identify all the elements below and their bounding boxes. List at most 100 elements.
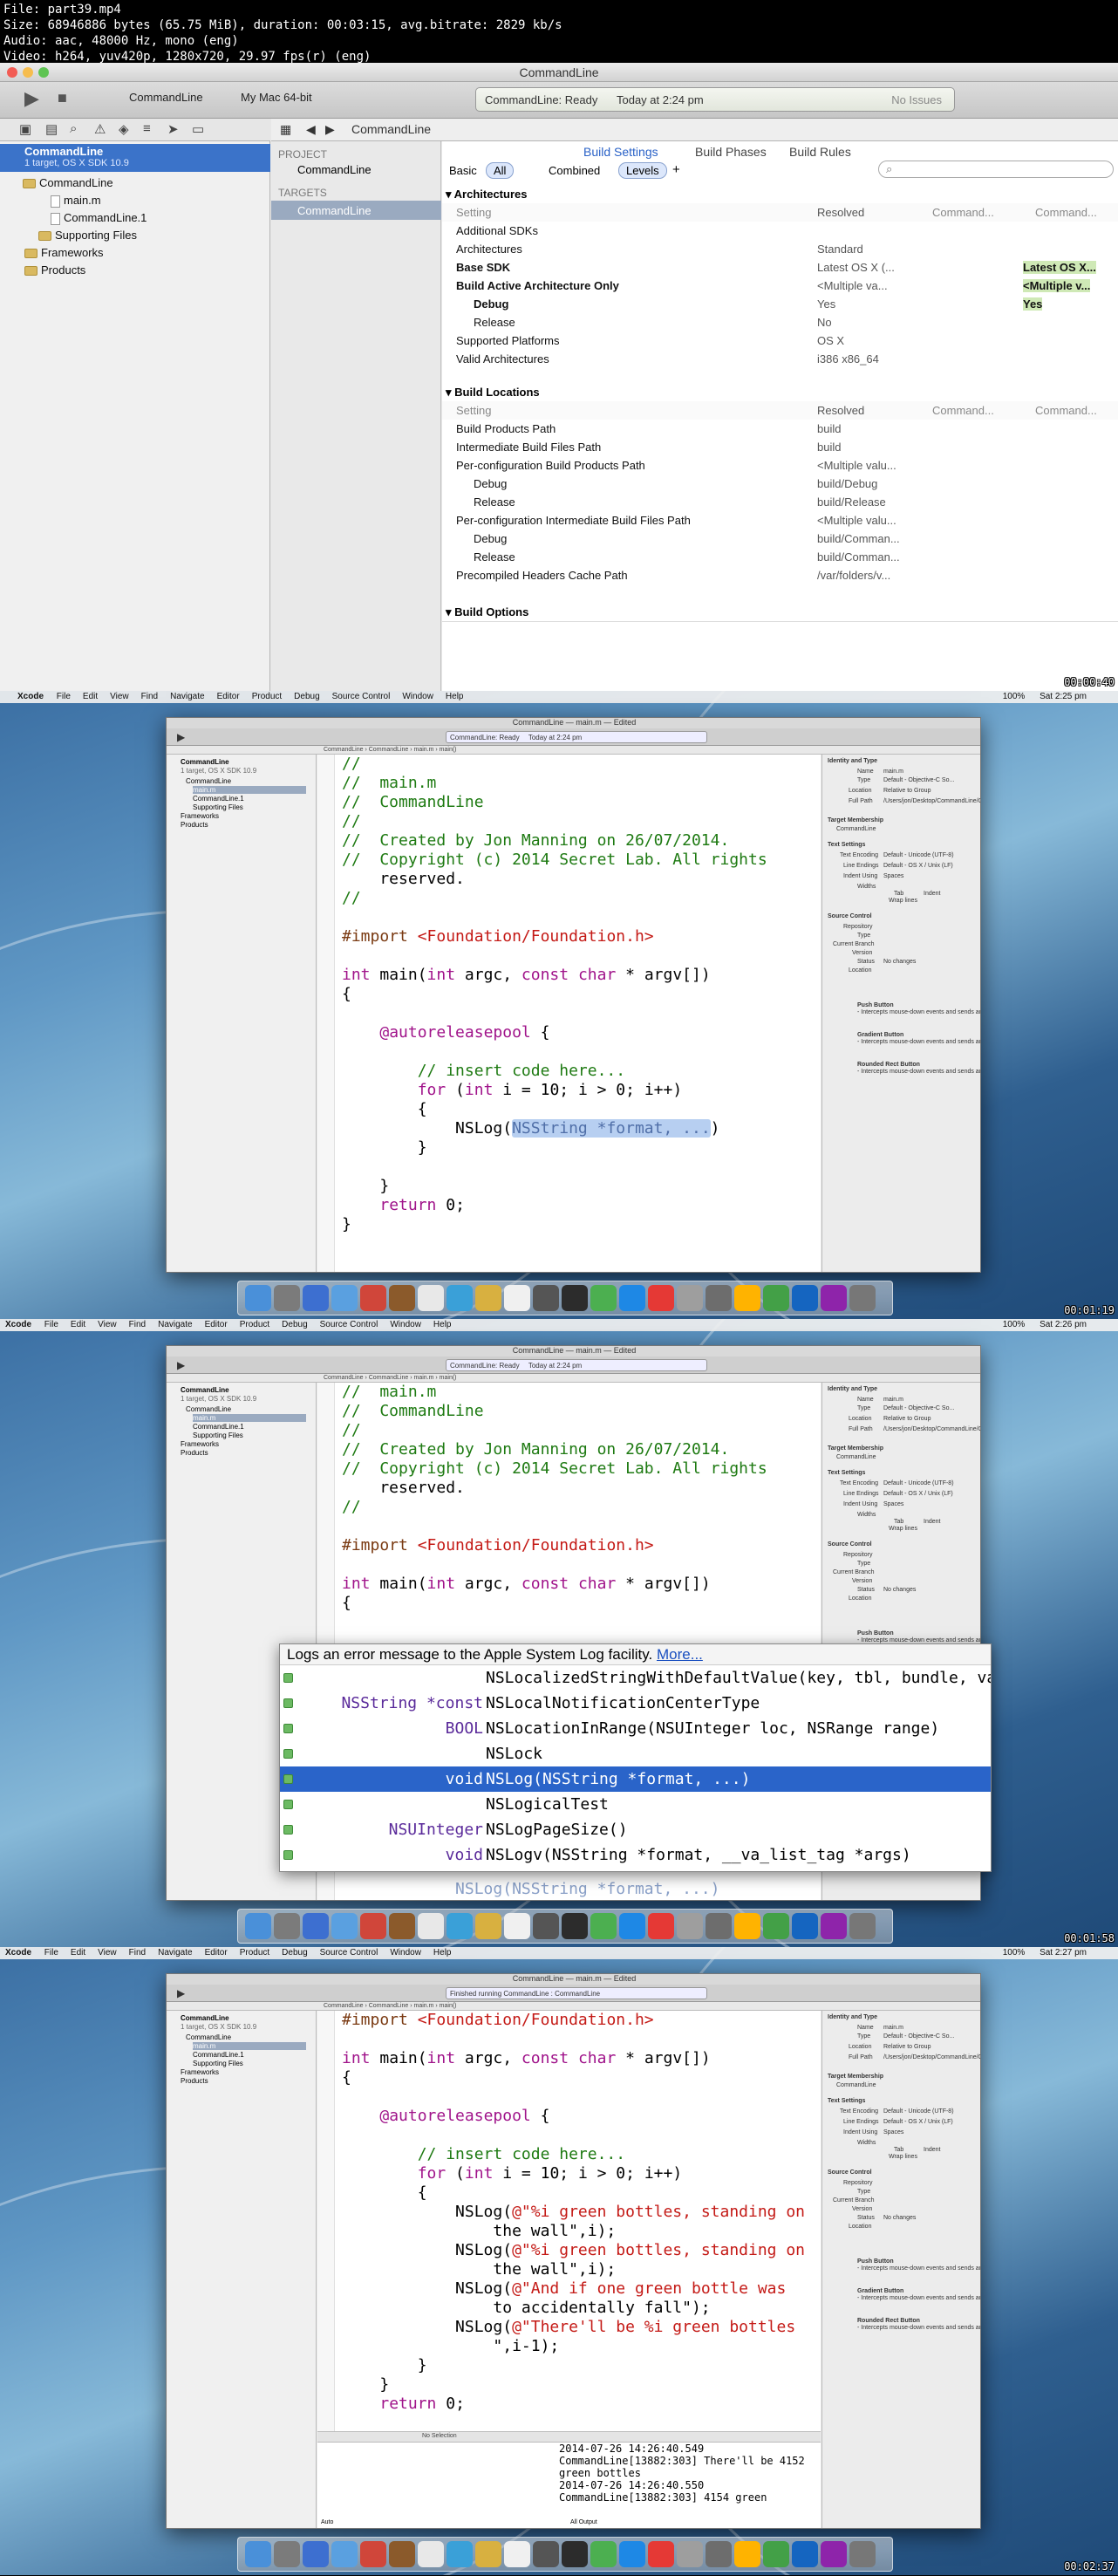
setting-row[interactable]: Valid Architectures i386 x86_64: [442, 350, 1118, 368]
setting-row[interactable]: Debug build/Debug: [442, 475, 1118, 493]
nav-group[interactable]: Supporting Files: [193, 1431, 243, 1439]
messages-icon[interactable]: [590, 2541, 617, 2567]
location-select[interactable]: Relative to Group: [883, 788, 931, 794]
textedit-icon[interactable]: [504, 2541, 530, 2567]
clock[interactable]: Sat 2:25 pm: [1040, 692, 1087, 701]
menu-editor[interactable]: Editor: [205, 1320, 228, 1329]
itunes-icon[interactable]: [821, 1285, 847, 1311]
menu-find[interactable]: Find: [129, 1320, 146, 1329]
symbol-icon[interactable]: ▤: [45, 121, 58, 137]
tab-build-settings[interactable]: Build Settings: [583, 145, 658, 159]
preview-icon[interactable]: [418, 1913, 444, 1939]
trash-icon[interactable]: [849, 2541, 876, 2567]
menu-window[interactable]: Window: [390, 1948, 421, 1958]
library-item-title[interactable]: Rounded Rect Button: [857, 2318, 920, 2324]
simulator-icon[interactable]: [706, 1913, 732, 1939]
setting-row[interactable]: Debug build/Comman...: [442, 530, 1118, 548]
run-icon[interactable]: ▶: [177, 1987, 185, 1999]
menu-edit[interactable]: Edit: [83, 692, 98, 701]
menu-editor[interactable]: Editor: [205, 1948, 228, 1958]
menu-product[interactable]: Product: [240, 1320, 269, 1329]
mail-icon[interactable]: [331, 1285, 358, 1311]
output-selector[interactable]: All Output: [570, 2519, 597, 2525]
trash-icon[interactable]: [849, 1285, 876, 1311]
setting-row[interactable]: Base SDK Latest OS X (... Latest OS X...: [442, 258, 1118, 277]
nav-group[interactable]: Supporting Files: [193, 803, 243, 811]
nav-group[interactable]: CommandLine: [186, 2033, 231, 2041]
nav-group-commandline[interactable]: CommandLine: [23, 176, 113, 189]
filter-combined[interactable]: Combined: [549, 164, 600, 177]
calendar-icon[interactable]: [360, 1285, 386, 1311]
completion-item[interactable]: NSUInteger NSLogPageSize(): [280, 1817, 991, 1842]
clock[interactable]: Sat 2:27 pm: [1040, 1948, 1087, 1958]
completion-item[interactable]: NSLocalizedStringWithDefaultValue(key, t…: [280, 1665, 991, 1691]
section-build-options[interactable]: ▾ Build Options: [442, 604, 1118, 622]
notes-icon[interactable]: [389, 1285, 415, 1311]
wrap-checkbox[interactable]: Wrap lines: [889, 898, 917, 904]
indent-select[interactable]: Spaces: [883, 873, 903, 879]
library-item-title[interactable]: Push Button: [857, 1630, 894, 1636]
setting-row[interactable]: Per-configuration Build Products Path <Mu…: [442, 456, 1118, 475]
terminal-icon[interactable]: [562, 1913, 588, 1939]
simulator-icon[interactable]: [706, 1285, 732, 1311]
chrome-icon[interactable]: [648, 1285, 674, 1311]
nav-project[interactable]: CommandLine: [24, 145, 103, 158]
menu-product[interactable]: Product: [252, 692, 282, 701]
jump-path[interactable]: CommandLine › CommandLine › main.m › mai…: [324, 1375, 457, 1381]
launchpad-icon[interactable]: [274, 1913, 300, 1939]
preview-icon[interactable]: [418, 1285, 444, 1311]
menu-edit[interactable]: Edit: [71, 1320, 85, 1329]
nav-project[interactable]: CommandLine: [181, 1386, 229, 1394]
xcode-icon[interactable]: [619, 2541, 645, 2567]
calendar-icon[interactable]: [360, 2541, 386, 2567]
numbers-icon[interactable]: [763, 2541, 789, 2567]
forward-icon[interactable]: ▶: [325, 122, 335, 137]
encoding-select[interactable]: Default - Unicode (UTF-8): [883, 852, 954, 858]
appstore-icon[interactable]: [447, 2541, 473, 2567]
add-setting-button[interactable]: +: [672, 162, 680, 177]
indent-select[interactable]: Spaces: [883, 2129, 903, 2135]
jump-path[interactable]: CommandLine › CommandLine › main.m › mai…: [324, 747, 457, 753]
target-checkbox[interactable]: CommandLine: [836, 2082, 876, 2088]
nav-group[interactable]: Frameworks: [181, 812, 219, 820]
placeholder-token[interactable]: NSString *format, ...: [512, 1119, 711, 1138]
nav-project[interactable]: CommandLine: [181, 2014, 229, 2022]
nav-group[interactable]: Frameworks: [181, 2068, 219, 2076]
keynote-icon[interactable]: [792, 1285, 818, 1311]
menu-xcode[interactable]: Xcode: [17, 692, 44, 701]
nav-group[interactable]: Frameworks: [181, 1440, 219, 1448]
terminal-icon[interactable]: [562, 2541, 588, 2567]
completion-item[interactable]: void NSLogv(NSString *format, __va_list_t…: [280, 1842, 991, 1868]
nav-group[interactable]: CommandLine: [186, 1405, 231, 1413]
clock[interactable]: Sat 2:26 pm: [1040, 1320, 1087, 1329]
menu-debug[interactable]: Debug: [294, 692, 319, 701]
scheme-selector[interactable]: CommandLine: [108, 91, 203, 104]
menu-file[interactable]: File: [44, 1320, 58, 1329]
encoding-select[interactable]: Default - Unicode (UTF-8): [883, 2108, 954, 2115]
project-item[interactable]: CommandLine: [297, 163, 372, 176]
library-item-title[interactable]: Gradient Button: [857, 2288, 903, 2294]
endings-select[interactable]: Default - OS X / Unix (LF): [883, 2119, 953, 2125]
menu-find[interactable]: Find: [129, 1948, 146, 1958]
numbers-icon[interactable]: [763, 1285, 789, 1311]
back-icon[interactable]: ◀: [306, 122, 316, 137]
menu-navigate[interactable]: Navigate: [158, 1948, 192, 1958]
xcode-icon[interactable]: [619, 1285, 645, 1311]
menu-product[interactable]: Product: [240, 1948, 269, 1958]
settings-search-input[interactable]: ⌕: [878, 161, 1114, 178]
setting-row[interactable]: Architectures Standard: [442, 240, 1118, 258]
setting-row[interactable]: Build Products Path build: [442, 420, 1118, 438]
safari-icon[interactable]: [303, 2541, 329, 2567]
appstore-icon[interactable]: [447, 1913, 473, 1939]
library-item-title[interactable]: Push Button: [857, 2258, 894, 2265]
photoshop-icon[interactable]: [734, 1285, 760, 1311]
endings-select[interactable]: Default - OS X / Unix (LF): [883, 863, 953, 869]
menu-find[interactable]: Find: [141, 692, 158, 701]
textedit-icon[interactable]: [504, 1913, 530, 1939]
launchpad-icon[interactable]: [274, 1285, 300, 1311]
mail-icon[interactable]: [331, 2541, 358, 2567]
messages-icon[interactable]: [590, 1913, 617, 1939]
menu-xcode[interactable]: Xcode: [5, 1320, 31, 1329]
setting-row[interactable]: Release build/Comman...: [442, 548, 1118, 566]
keynote-icon[interactable]: [792, 1913, 818, 1939]
